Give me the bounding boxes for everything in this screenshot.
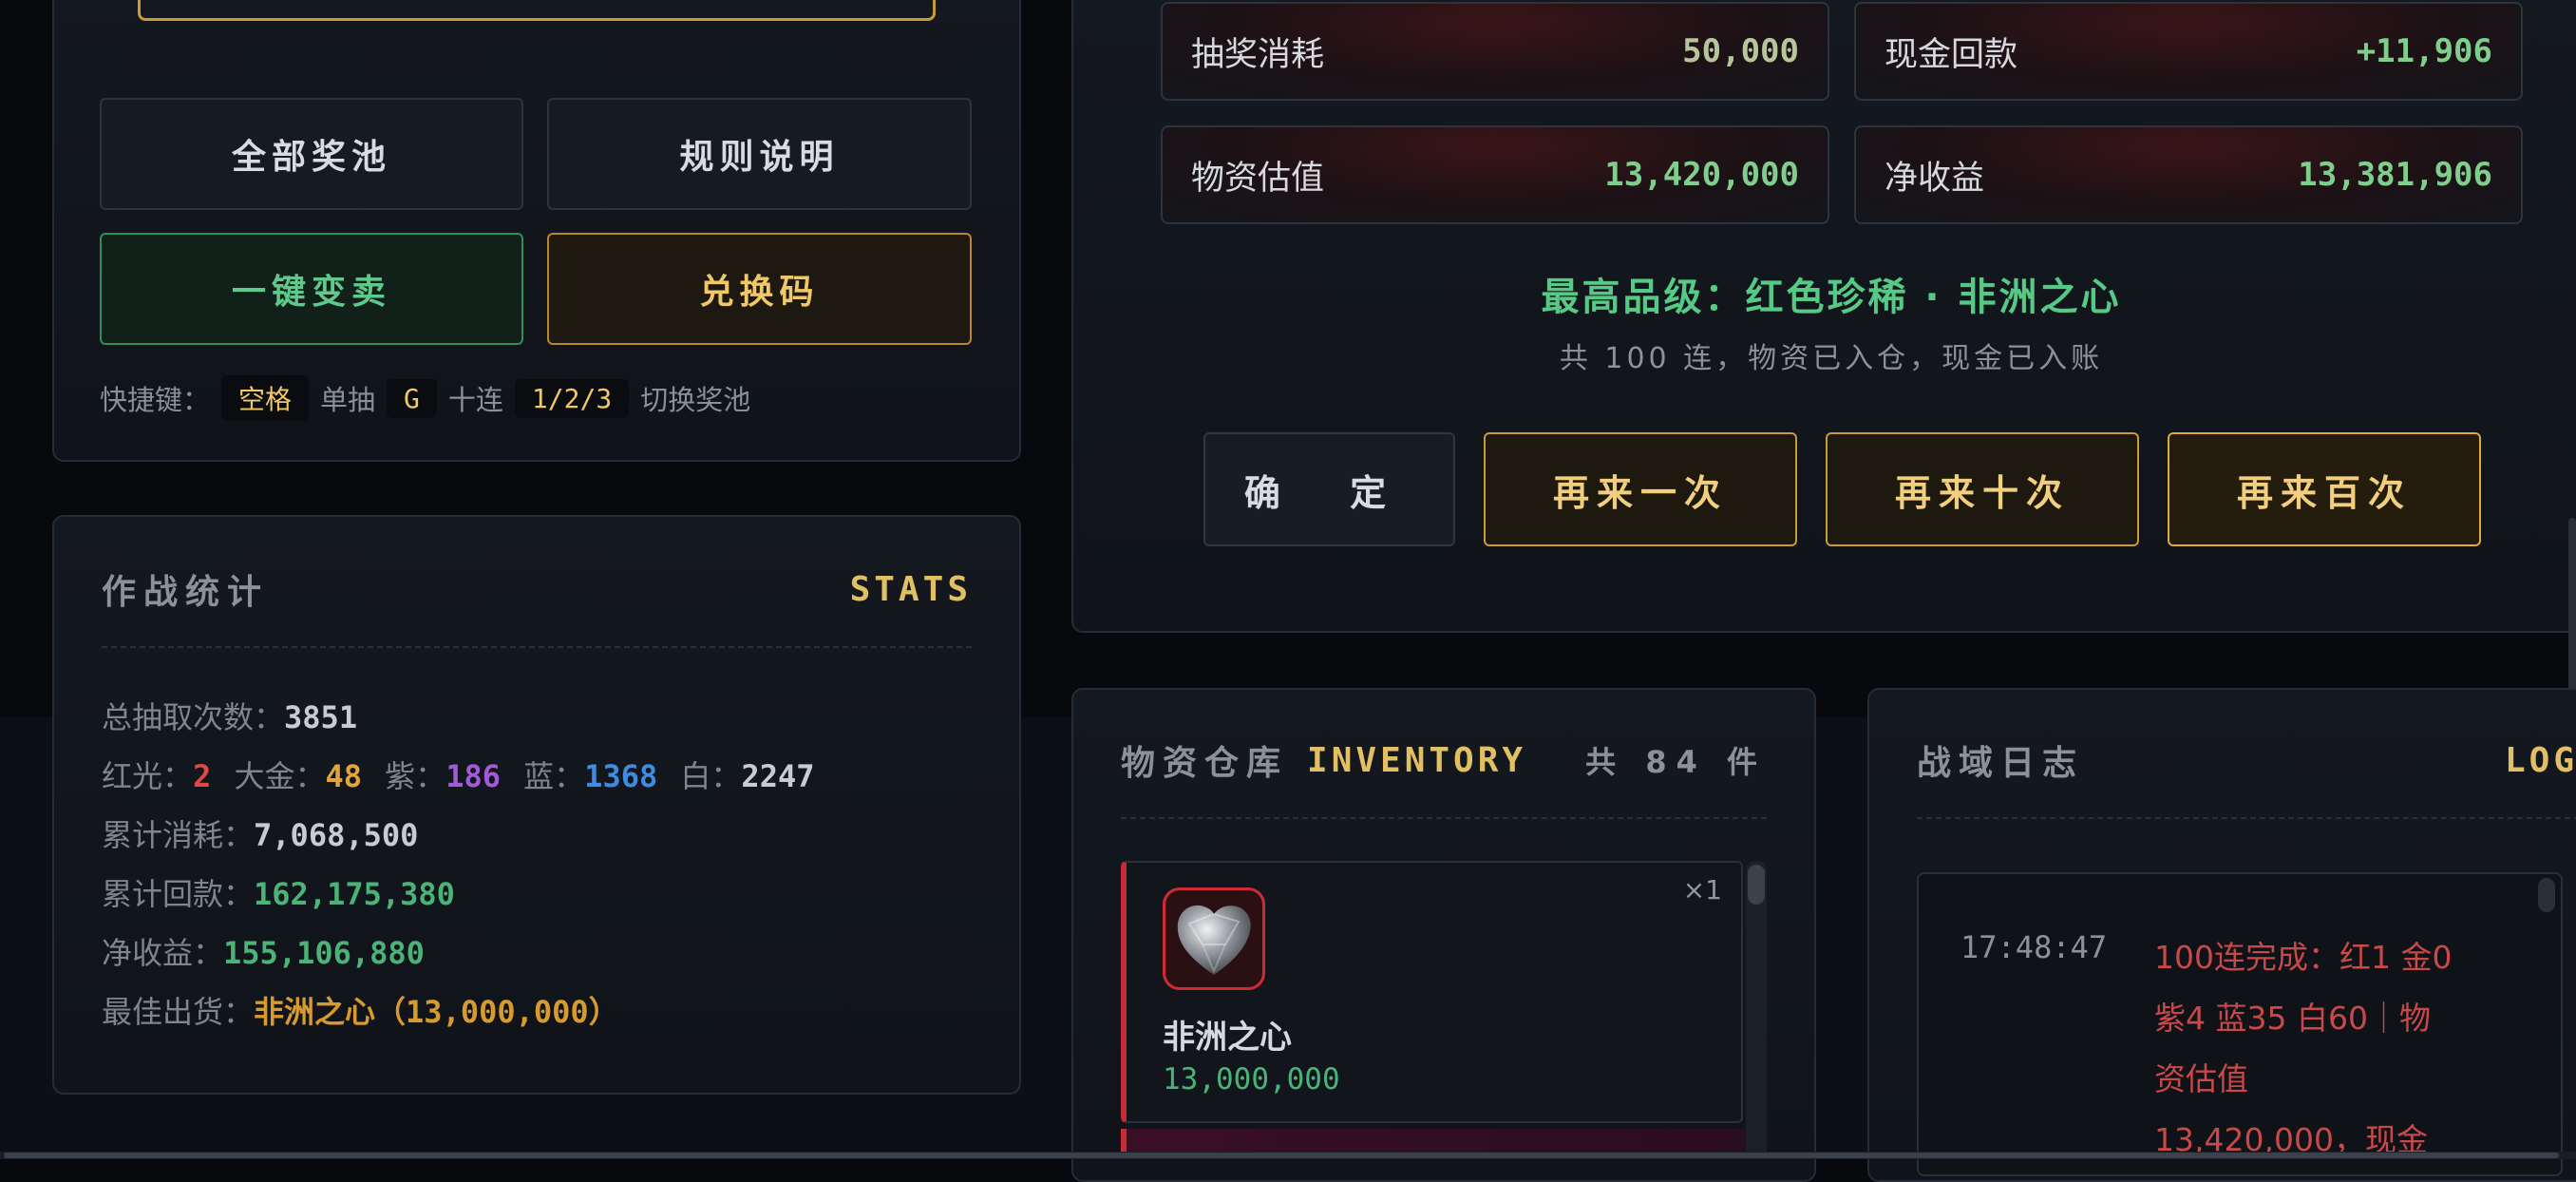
shortcut-prefix: 快捷键： [100, 384, 211, 416]
summary-cost: 抽奖消耗 50,000 [1161, 2, 1829, 101]
stats-title: 作战统计 [102, 573, 270, 612]
heart-gem-icon [1163, 887, 1265, 990]
inventory-divider [1121, 817, 1767, 819]
log-tag: LOG [2504, 740, 2576, 780]
stat-rarity: 红光：2 大金：48 紫：186 蓝：1368 白：2247 [102, 758, 815, 794]
confirm-button[interactable]: 确 定 [1203, 432, 1455, 546]
item-value: 13,000,000 [1163, 1062, 1340, 1096]
inventory-title: 物资仓库 [1121, 744, 1289, 783]
stat-total: 总抽取次数：3851 [102, 699, 358, 735]
shortcut-ten: 十连 [447, 384, 503, 416]
inventory-scrollbar[interactable] [1746, 861, 1767, 1159]
result-subtitle: 共 100 连，物资已入仓，现金已入账 [1559, 342, 2104, 375]
inventory-tag: INVENTORY [1307, 740, 1527, 780]
log-divider [1917, 817, 2576, 819]
key-space: 空格 [221, 375, 310, 421]
shortcut-switch: 切换奖池 [640, 384, 751, 416]
summary-goods: 物资估值 13,420,000 [1161, 125, 1829, 224]
inventory-count: 共 84 件 [1585, 744, 1767, 780]
log-time: 17:48:47 [1960, 929, 2108, 965]
rules-button[interactable]: 规则说明 [547, 98, 972, 210]
redeem-code-button[interactable]: 兑换码 [547, 233, 972, 345]
log-message: 100连完成：红1 金0 紫4 蓝35 白60｜物 资估值 13,420,000… [2154, 939, 2453, 1158]
again-one-button[interactable]: 再来一次 [1484, 432, 1797, 546]
log-entries: 17:48:47 100连完成：红1 金0 紫4 蓝35 白60｜物 资估值 1… [1917, 872, 2563, 1176]
shortcut-single: 单抽 [320, 384, 376, 416]
stats-tag: STATS [849, 569, 972, 609]
stat-net: 净收益：155,106,880 [102, 935, 425, 971]
all-pools-button[interactable]: 全部奖池 [100, 98, 523, 210]
stats-panel: 作战统计 STATS 总抽取次数：3851 红光：2 大金：48 紫：186 蓝… [52, 515, 1021, 1095]
stats-divider [102, 646, 972, 648]
summary-net: 净收益 13,381,906 [1854, 125, 2523, 224]
highest-grade: 最高品级：红色珍稀 · 非洲之心 [1541, 276, 2122, 319]
summary-cash: 现金回款 +11,906 [1854, 2, 2523, 101]
pool-selector-frame[interactable] [138, 0, 936, 21]
stat-cost: 累计消耗：7,068,500 [102, 817, 419, 853]
sell-all-button[interactable]: 一键变卖 [100, 233, 523, 345]
shortcut-hint: 快捷键： 空格 单抽 G 十连 1/2/3 切换奖池 [100, 375, 750, 421]
item-quantity: ×1 [1682, 874, 1722, 906]
key-g: G [387, 378, 437, 418]
again-ten-button[interactable]: 再来十次 [1826, 432, 2139, 546]
horizontal-scrollbar[interactable] [0, 1152, 2576, 1159]
key-pools: 1/2/3 [514, 378, 630, 418]
log-scrollbar[interactable] [2538, 878, 2555, 912]
again-hundred-button[interactable]: 再来百次 [2168, 432, 2481, 546]
stat-return: 累计回款：162,175,380 [102, 876, 455, 912]
item-name: 非洲之心 [1163, 1019, 1292, 1057]
stat-best: 最佳出货：非洲之心（13,000,000） [102, 994, 619, 1030]
log-title: 战域日志 [1917, 744, 2085, 783]
inventory-item-card[interactable]: ×1 非洲之心 13,000,000 [1121, 861, 1743, 1123]
